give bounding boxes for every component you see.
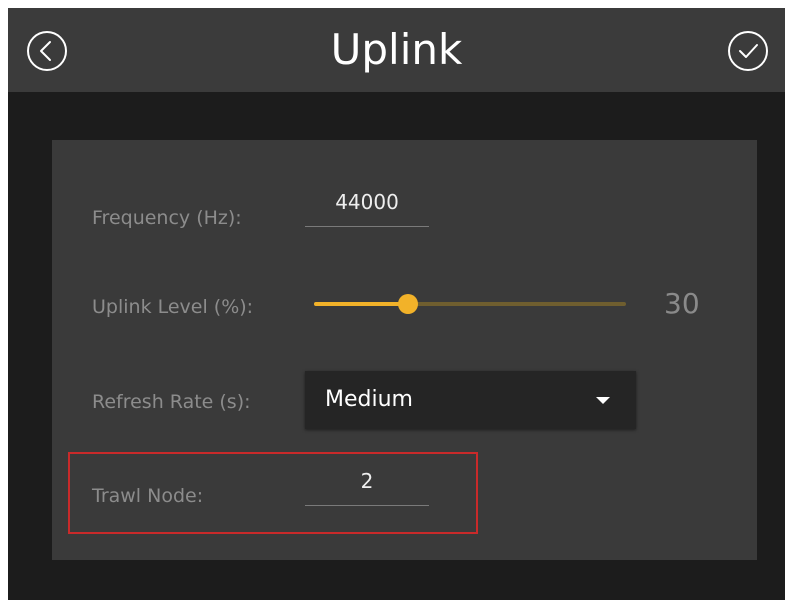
- confirm-button[interactable]: [727, 30, 769, 72]
- slider-thumb[interactable]: [397, 294, 418, 314]
- refresh-rate-label: Refresh Rate (s):: [92, 391, 251, 413]
- caret-down-icon: [596, 397, 610, 404]
- slider-fill: [314, 302, 408, 306]
- frequency-label: Frequency (Hz):: [92, 207, 242, 229]
- trawl-node-label: Trawl Node:: [92, 485, 204, 507]
- page-title: Uplink: [330, 25, 463, 74]
- uplink-level-label: Uplink Level (%):: [92, 296, 254, 318]
- settings-panel: Frequency (Hz): 44000 Uplink Level (%): …: [52, 140, 757, 560]
- refresh-rate-dropdown[interactable]: Medium: [305, 371, 636, 429]
- trawl-node-field[interactable]: 2: [305, 466, 429, 506]
- frequency-field[interactable]: 44000: [305, 187, 429, 227]
- refresh-rate-selected: Medium: [325, 387, 413, 412]
- header-bar: Uplink: [8, 8, 785, 92]
- uplink-level-slider[interactable]: [314, 292, 626, 316]
- check-circle-icon: [728, 31, 768, 71]
- uplink-level-value: 30: [664, 287, 700, 320]
- uplink-screen: Uplink Frequency (Hz): 44000 Uplink Leve…: [8, 8, 785, 600]
